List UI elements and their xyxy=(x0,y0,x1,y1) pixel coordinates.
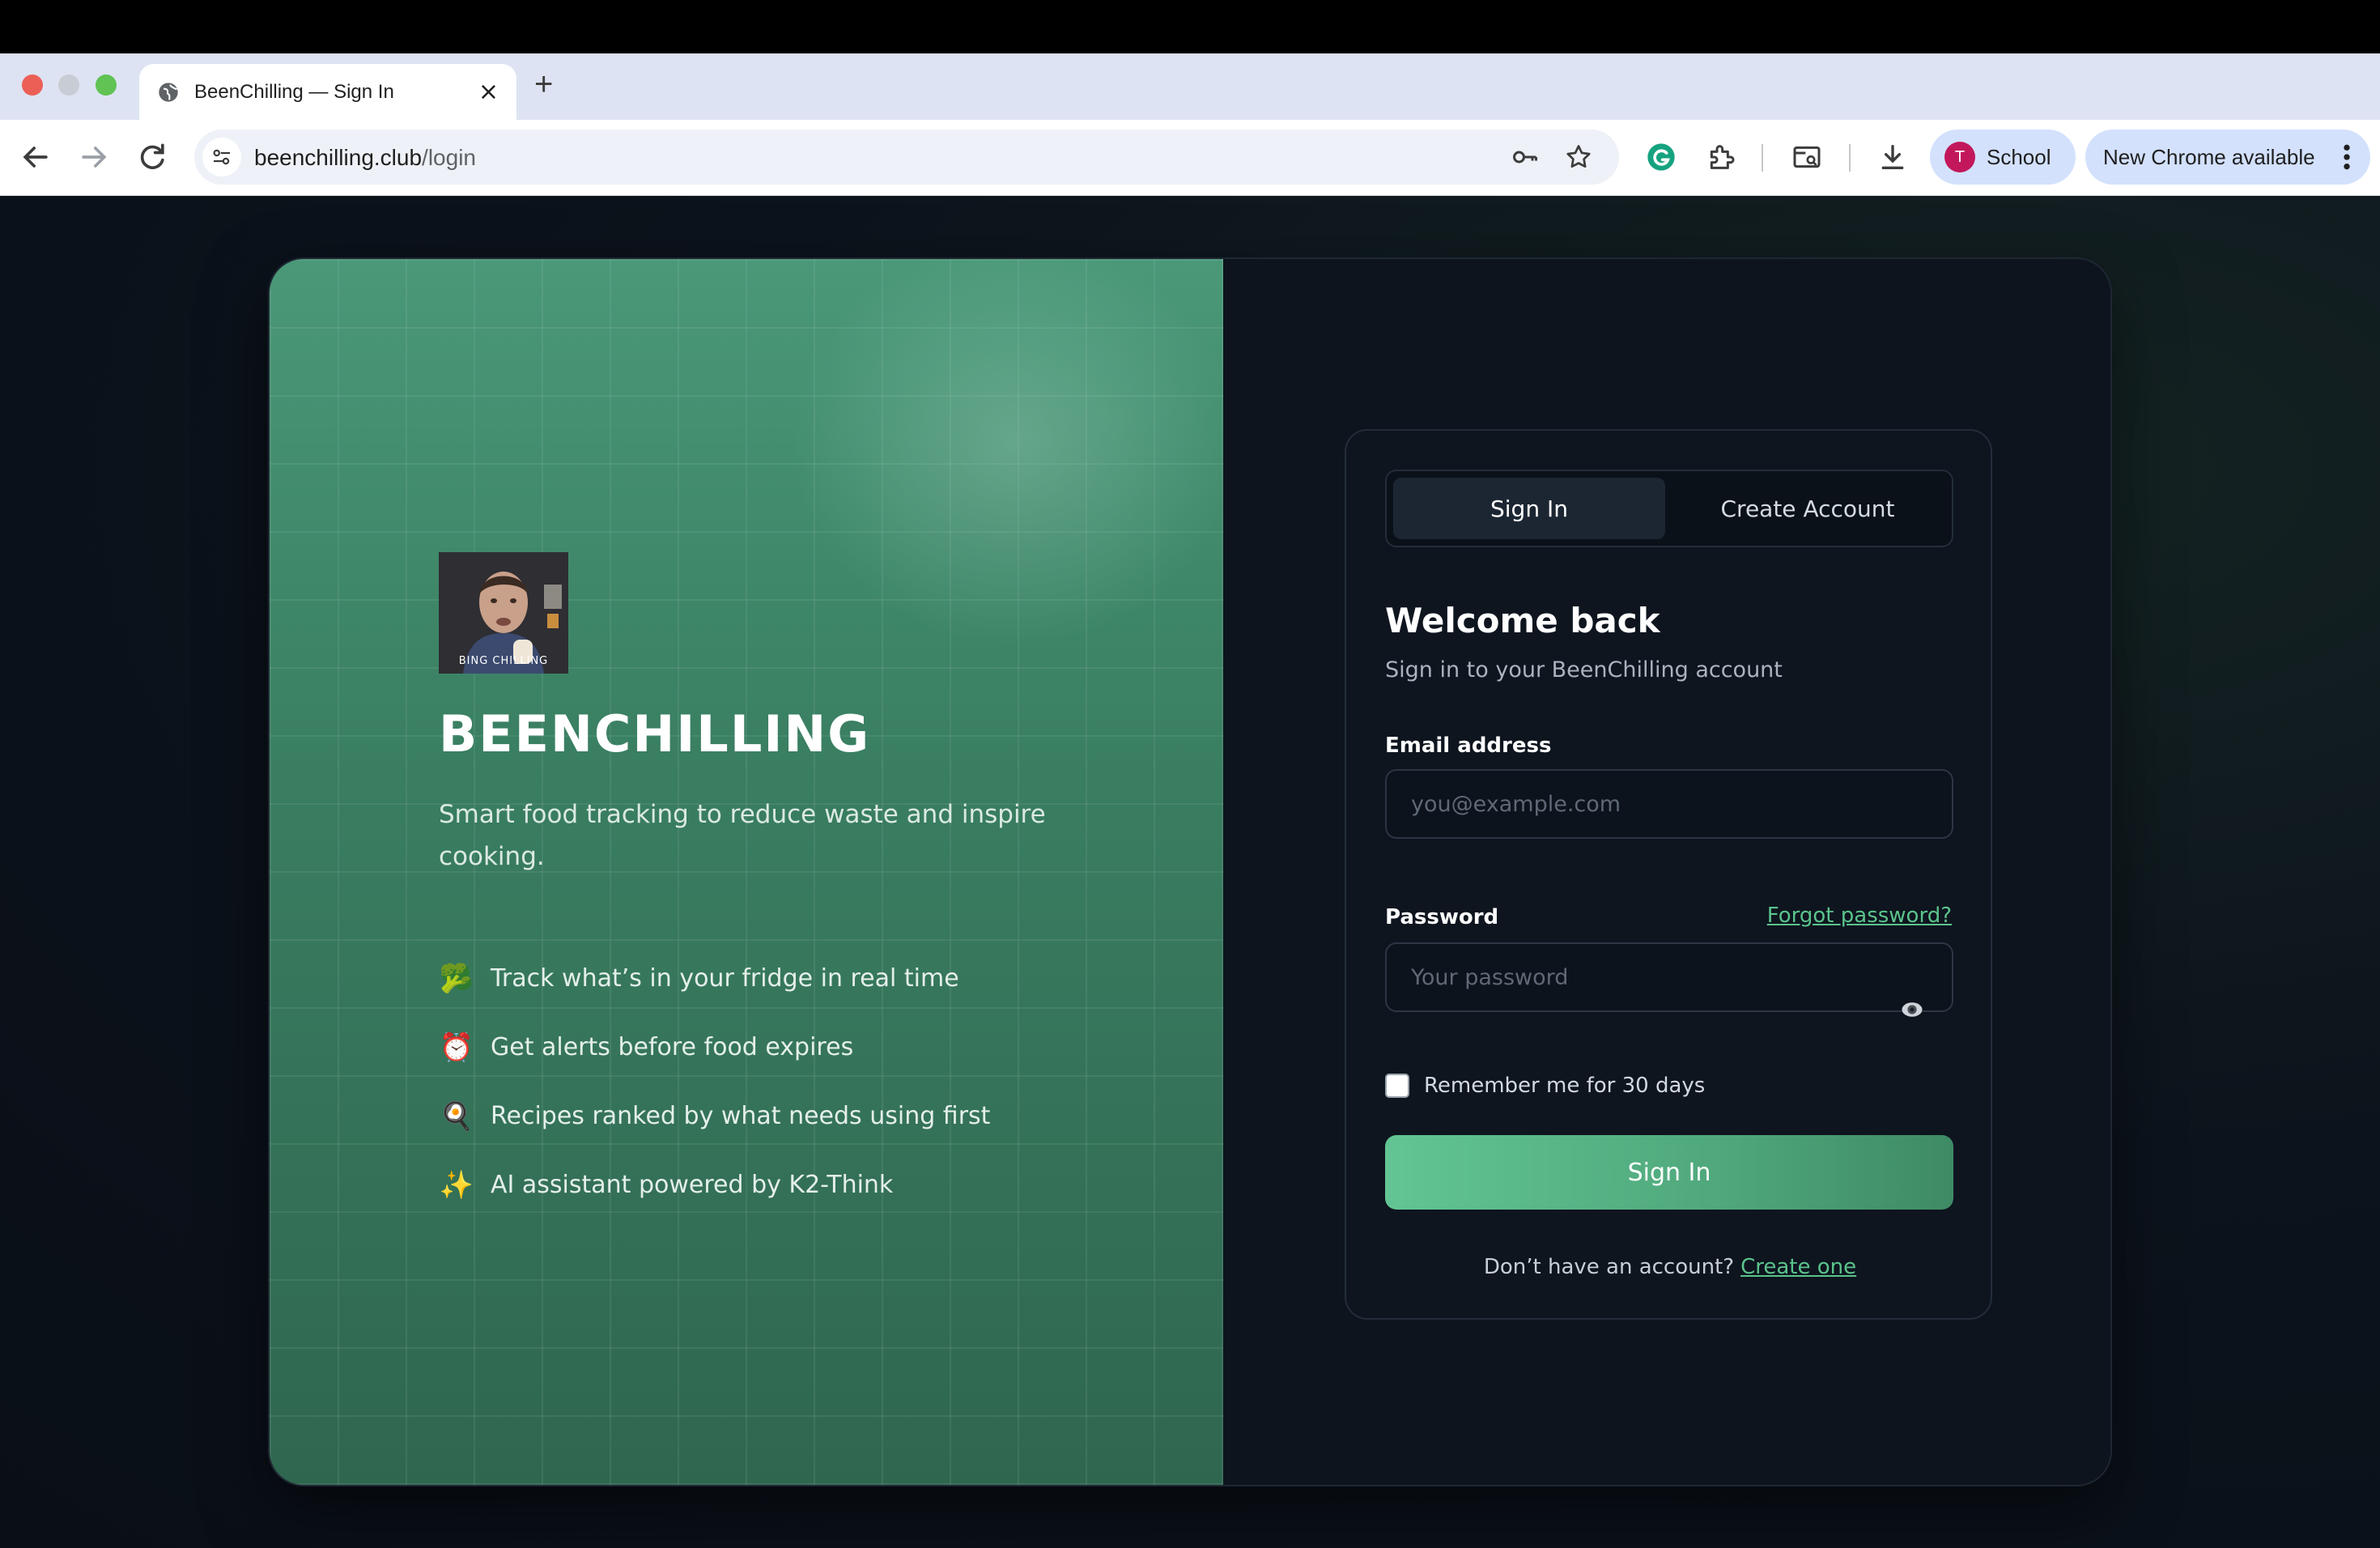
feature-item: ✨ AI assistant powered by K2-Think xyxy=(439,1150,990,1219)
globe-icon xyxy=(159,82,178,102)
brand-tagline: Smart food tracking to reduce waste and … xyxy=(439,800,1046,871)
feature-text: AI assistant powered by K2-Think xyxy=(491,1171,894,1199)
feature-text: Recipes ranked by what needs using first xyxy=(491,1102,991,1130)
brand-logo-image: BING CHILLING xyxy=(439,552,568,674)
password-key-icon[interactable] xyxy=(1511,142,1540,172)
feature-item: ⏰ Get alerts before food expires xyxy=(439,1013,990,1082)
browser-tab-active[interactable]: BeenChilling — Sign In × xyxy=(139,64,516,120)
email-field[interactable] xyxy=(1385,769,1953,839)
password-label: Password xyxy=(1385,905,1499,929)
feature-item: 🥦 Track what’s in your fridge in real ti… xyxy=(439,944,990,1013)
profile-chip[interactable]: T School xyxy=(1930,130,2076,185)
tune-icon xyxy=(213,149,230,165)
hero-glow xyxy=(771,259,1223,664)
form-title: Welcome back xyxy=(1385,601,1660,640)
remember-me-row: Remember me for 30 days xyxy=(1385,1074,1705,1098)
bookmark-star-icon[interactable] xyxy=(1564,142,1593,172)
chrome-update-button[interactable]: New Chrome available xyxy=(2085,130,2370,185)
alarm-clock-icon: ⏰ xyxy=(439,1031,474,1064)
url-text[interactable]: beenchilling.club/login xyxy=(254,145,476,171)
tab-close-icon[interactable]: × xyxy=(478,79,499,104)
remember-me-label[interactable]: Remember me for 30 days xyxy=(1424,1074,1705,1098)
auth-tabs: Sign In Create Account xyxy=(1385,470,1953,547)
email-label: Email address xyxy=(1385,734,1552,758)
back-arrow-icon[interactable] xyxy=(18,139,53,175)
sign-in-button[interactable]: Sign In xyxy=(1385,1135,1953,1210)
page-background: BING CHILLING BEENCHILLING Smart food tr… xyxy=(0,196,2380,1548)
window-zoom-button[interactable] xyxy=(96,74,117,96)
tab-search-icon[interactable] xyxy=(1791,141,1823,173)
window-minimize-button[interactable] xyxy=(58,74,79,96)
eye-icon[interactable] xyxy=(1900,997,1924,1022)
tab-strip: BeenChilling — Sign In × + xyxy=(0,53,2380,120)
feature-list: 🥦 Track what’s in your fridge in real ti… xyxy=(439,944,991,1219)
url-host: beenchilling.club xyxy=(254,145,423,170)
kebab-menu-icon[interactable] xyxy=(2335,141,2359,173)
address-bar[interactable]: beenchilling.club/login xyxy=(194,130,1619,185)
new-tab-button[interactable]: + xyxy=(534,68,553,100)
screen-top-bar xyxy=(0,0,2380,53)
profile-avatar: T xyxy=(1944,142,1975,172)
browser-toolbar: beenchilling.club/login T School New Chr… xyxy=(0,120,2380,196)
grammarly-icon[interactable] xyxy=(1645,141,1677,173)
broccoli-icon: 🥦 xyxy=(439,962,474,995)
sparkles-icon: ✨ xyxy=(439,1168,474,1201)
auth-form-box: Sign In Create Account Welcome back Sign… xyxy=(1345,429,1992,1320)
url-path: /login xyxy=(422,145,476,170)
logo-caption: BING CHILLING xyxy=(458,655,549,667)
tab-create-account[interactable]: Create Account xyxy=(1670,478,1945,539)
remember-me-checkbox[interactable] xyxy=(1385,1074,1409,1098)
forward-arrow-icon[interactable] xyxy=(76,139,112,175)
feature-item: 🍳 Recipes ranked by what needs using fir… xyxy=(439,1082,991,1150)
forgot-password-link[interactable]: Forgot password? xyxy=(1767,904,1952,928)
reload-icon[interactable] xyxy=(134,139,170,175)
form-subtitle: Sign in to your BeenChilling account xyxy=(1385,657,1783,683)
no-account-text: Don’t have an account? xyxy=(1483,1255,1735,1279)
feature-text: Track what’s in your fridge in real time xyxy=(491,964,959,993)
frying-pan-icon: 🍳 xyxy=(439,1099,474,1133)
password-field[interactable] xyxy=(1385,942,1953,1012)
brand-title: BEENCHILLING xyxy=(439,704,871,763)
profile-name: School xyxy=(1987,144,2051,169)
update-label: New Chrome available xyxy=(2103,144,2315,169)
toolbar-separator xyxy=(1849,144,1851,172)
toolbar-separator xyxy=(1762,144,1763,172)
signup-prompt: Don’t have an account? Create one xyxy=(1346,1255,1994,1279)
extensions-puzzle-icon[interactable] xyxy=(1705,141,1737,173)
window-close-button[interactable] xyxy=(22,74,43,96)
download-icon[interactable] xyxy=(1876,141,1909,173)
tab-title: BeenChilling — Sign In xyxy=(194,80,394,103)
create-account-link[interactable]: Create one xyxy=(1740,1255,1856,1279)
feature-text: Get alerts before food expires xyxy=(491,1033,854,1061)
auth-panel: Sign In Create Account Welcome back Sign… xyxy=(1223,259,2110,1485)
site-info-button[interactable] xyxy=(202,138,241,176)
login-card: BING CHILLING BEENCHILLING Smart food tr… xyxy=(268,257,2112,1486)
tab-sign-in[interactable]: Sign In xyxy=(1393,478,1665,539)
hero-panel: BING CHILLING BEENCHILLING Smart food tr… xyxy=(270,259,1223,1485)
